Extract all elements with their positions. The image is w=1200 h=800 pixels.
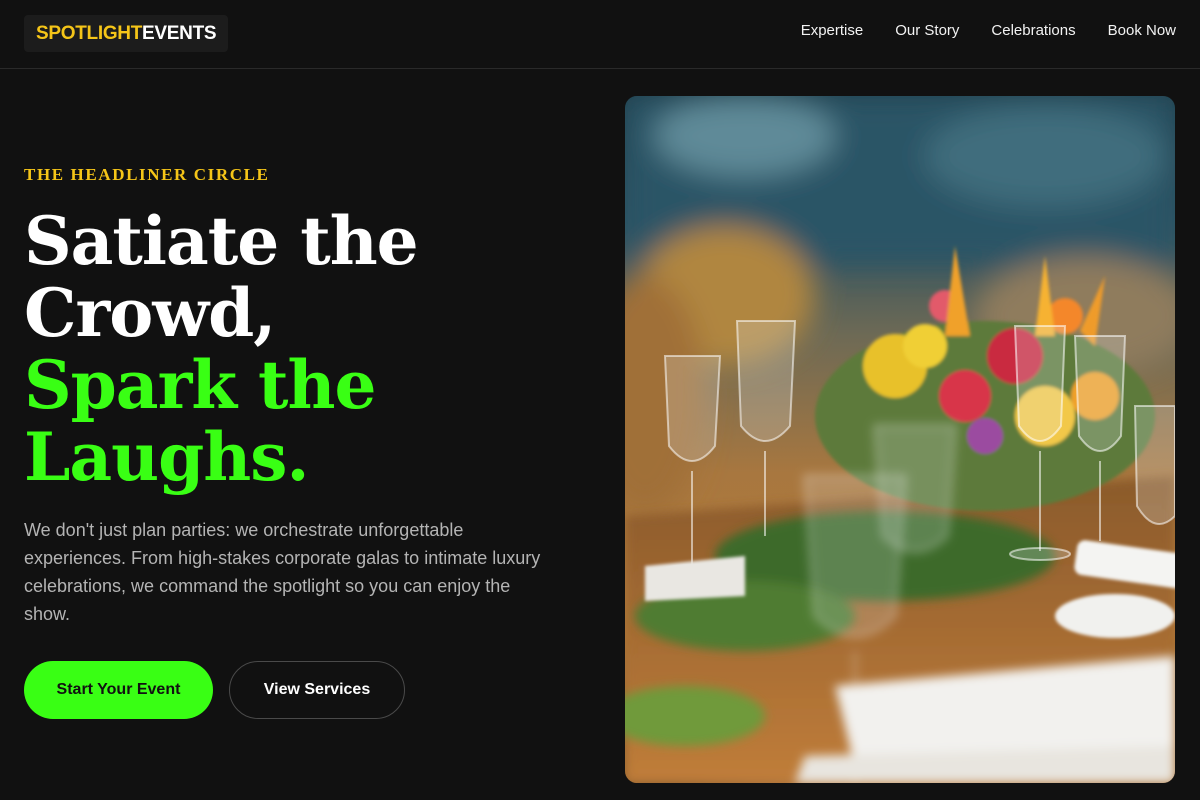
nav-link-celebrations[interactable]: Celebrations xyxy=(991,22,1075,39)
nav-link-expertise[interactable]: Expertise xyxy=(801,22,864,39)
headline-line-2: Crowd, xyxy=(24,274,276,352)
nav-link-book-now[interactable]: Book Now xyxy=(1108,22,1176,39)
headline-line-3: Spark the xyxy=(24,346,377,424)
nav-link-our-story[interactable]: Our Story xyxy=(895,22,959,39)
hero-headline: Satiate the Crowd, Spark the Laughs. xyxy=(24,205,584,493)
headline-line-1: Satiate the xyxy=(24,202,419,280)
brand-logo-part2: EVENTS xyxy=(142,22,217,44)
main-nav: Expertise Our Story Celebrations Book No… xyxy=(801,22,1176,39)
site-header: SPOTLIGHT EVENTS Expertise Our Story Cel… xyxy=(0,0,1200,69)
brand-logo[interactable]: SPOTLIGHT EVENTS xyxy=(24,15,229,52)
hero-description: We don't just plan parties: we orchestra… xyxy=(24,520,541,624)
hero-image xyxy=(625,96,1175,783)
headline-line-4: Laughs. xyxy=(24,418,309,496)
view-services-button[interactable]: View Services xyxy=(229,661,405,719)
start-your-event-button[interactable]: Start Your Event xyxy=(24,661,213,719)
banquet-table-illustration xyxy=(625,96,1175,783)
hero-eyebrow: THE HEADLINER CIRCLE xyxy=(24,165,270,184)
brand-logo-part1: SPOTLIGHT xyxy=(36,22,143,44)
